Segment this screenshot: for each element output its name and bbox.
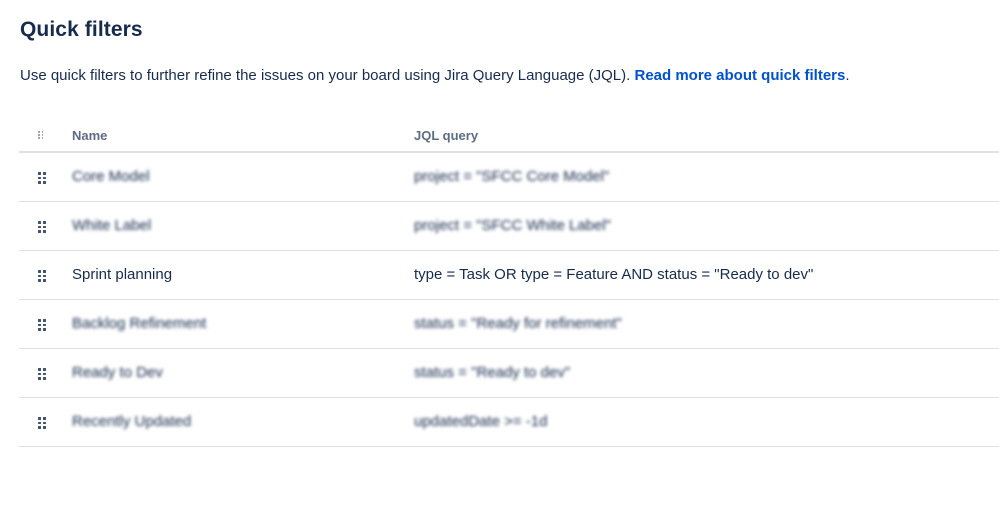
drag-handle-icon[interactable] — [38, 417, 46, 429]
table-body: Core Model project = "SFCC Core Model" Whi… — [19, 153, 999, 447]
filter-jql-query: project = "SFCC White Label" — [414, 217, 611, 234]
drag-handle-icon[interactable] — [38, 319, 46, 331]
table-row[interactable]: Recently Updated updatedDate >= -1d — [19, 398, 999, 447]
intro-paragraph: Use quick filters to further refine the … — [20, 67, 850, 84]
table-header: Name JQL query — [19, 119, 999, 153]
table-row[interactable]: Ready to Dev status = "Ready to dev" — [19, 349, 999, 398]
page-title: Quick filters — [20, 18, 143, 41]
filter-name: Recently Updated — [72, 413, 192, 430]
quick-filters-page: Quick filters Use quick filters to furth… — [0, 0, 999, 512]
table-row[interactable]: Core Model project = "SFCC Core Model" — [19, 153, 999, 202]
filter-jql-query: updatedDate >= -1d — [414, 413, 548, 430]
drag-handle-icon — [38, 131, 44, 141]
table-row[interactable]: Sprint planning type = Task OR type = Fea… — [19, 251, 999, 300]
table-row[interactable]: White Label project = "SFCC White Label" — [19, 202, 999, 251]
filter-name: Ready to Dev — [72, 364, 163, 381]
filter-jql-query: status = "Ready for refinement" — [414, 315, 622, 332]
drag-handle-icon[interactable] — [38, 368, 46, 380]
quick-filters-table: Name JQL query Core Model project = "SFCC… — [19, 119, 999, 447]
drag-handle-icon[interactable] — [38, 270, 46, 282]
drag-handle-icon[interactable] — [38, 172, 46, 184]
table-row[interactable]: Backlog Refinement status = "Ready for re… — [19, 300, 999, 349]
filter-name: Core Model — [72, 168, 150, 185]
filter-name: White Label — [72, 217, 152, 234]
filter-jql-query: status = "Ready to dev" — [414, 364, 571, 381]
read-more-link[interactable]: Read more about quick filters — [634, 67, 845, 84]
intro-end: . — [845, 67, 850, 84]
column-header-jql: JQL query — [414, 128, 479, 143]
filter-name: Sprint planning — [72, 266, 173, 283]
column-header-name[interactable]: Name — [72, 128, 107, 143]
drag-handle-icon[interactable] — [38, 221, 46, 233]
intro-text: Use quick filters to further refine the … — [20, 67, 635, 84]
filter-jql-query: type = Task OR type = Feature AND status… — [414, 266, 814, 283]
filter-jql-query: project = "SFCC Core Model" — [414, 168, 610, 185]
filter-name: Backlog Refinement — [72, 315, 207, 332]
